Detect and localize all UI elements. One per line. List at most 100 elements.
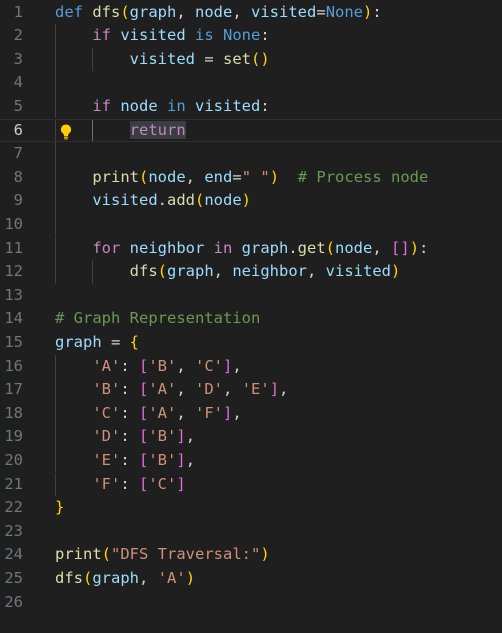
code-line[interactable]: 5 if node in visited: (0, 94, 502, 119)
code-line[interactable]: 9 visited.add(node) (0, 189, 502, 213)
code-token: 'F' (195, 403, 224, 422)
line-number: 11 (4, 238, 23, 257)
code-token: dfs (92, 2, 121, 21)
code-text: 'C': ['A', 'F'], (55, 402, 241, 426)
code-token: : (260, 26, 270, 45)
code-line[interactable]: 18 'C': ['A', 'F'], (0, 401, 502, 426)
code-token: , (176, 403, 196, 422)
code-token: ] (223, 356, 233, 375)
line-number: 13 (4, 285, 23, 304)
code-token: print (55, 545, 102, 564)
code-token: return (129, 120, 186, 139)
code-token: . (157, 191, 167, 210)
code-line[interactable]: 11 for neighbor in graph.get(node, []): (0, 236, 502, 261)
code-token: 'E' (241, 380, 270, 399)
code-text: if visited is None: (55, 24, 270, 48)
code-line[interactable]: 3 visited = set() (0, 47, 502, 72)
code-token: ( (157, 262, 167, 281)
code-token: visited (120, 26, 195, 45)
code-text: 'F': ['C'] (55, 473, 185, 497)
code-token: 'A' (148, 380, 177, 399)
code-line[interactable]: 16 'A': ['B', 'C'], (0, 354, 502, 379)
code-token: ] (269, 380, 280, 399)
code-token: graph (241, 238, 289, 257)
line-number: 22 (4, 498, 23, 517)
code-text: visited.add(node) (55, 189, 251, 213)
code-token: : (120, 403, 139, 422)
code-line[interactable]: 17 'B': ['A', 'D', 'E'], (0, 378, 502, 402)
code-token: def (55, 2, 93, 21)
code-token: , (223, 380, 242, 399)
line-number: 24 (4, 545, 23, 564)
code-token: , (213, 262, 233, 281)
code-token: graph (92, 568, 140, 587)
code-token: in (167, 96, 195, 115)
code-text: def dfs(graph, node, visited=None): (55, 1, 382, 25)
code-token: " " (241, 167, 270, 186)
code-token: 'B' (148, 356, 177, 375)
line-number: 25 (4, 568, 23, 587)
code-line[interactable]: 2 if visited is None: (0, 24, 502, 48)
code-line[interactable]: 14 # Graph Representation (0, 307, 502, 331)
code-token: visited (129, 49, 205, 68)
code-editor[interactable]: 1 def dfs(graph, node, visited=None): 2 if… (0, 0, 502, 633)
code-line[interactable]: 10 (0, 212, 502, 237)
code-token: dfs (55, 568, 83, 587)
code-line[interactable]: 24 print("DFS Traversal:") (0, 543, 502, 567)
code-line[interactable]: 6 return (0, 118, 502, 143)
code-token: : (120, 380, 139, 399)
code-text: 'A': ['B', 'C'], (55, 355, 242, 379)
code-token: . (288, 238, 298, 257)
code-line[interactable]: 7 (0, 142, 502, 166)
code-token: node (148, 167, 186, 186)
lightbulb-icon[interactable] (58, 123, 74, 140)
code-token: for (92, 238, 130, 257)
code-token: 'A' (92, 356, 121, 375)
code-text: print(node, end=" ") # Process node (55, 166, 428, 190)
line-number: 12 (4, 262, 23, 281)
code-line[interactable]: 23 (0, 520, 502, 544)
code-token: [ (139, 403, 149, 422)
code-line[interactable]: 21 'F': ['C'] (0, 472, 502, 497)
code-token: [ (139, 450, 149, 469)
code-line[interactable]: 12 dfs(graph, neighbor, visited) (0, 260, 502, 284)
code-token: print (92, 167, 139, 186)
code-token: , (185, 450, 196, 469)
code-line[interactable]: 20 'E': ['B'], (0, 448, 502, 473)
code-token: 'B' (148, 450, 177, 469)
code-line[interactable]: 22} (0, 496, 502, 520)
code-token: # Process node (297, 167, 429, 186)
code-token: None (325, 2, 364, 21)
code-token: graph (167, 262, 214, 281)
line-number: 21 (4, 474, 23, 493)
code-token: , (232, 356, 242, 375)
code-token: visited (251, 2, 317, 21)
code-line[interactable]: 19 'D': ['B'], (0, 425, 502, 449)
code-token: , (185, 167, 205, 186)
code-token: 'A' (157, 568, 186, 587)
code-token: end (204, 167, 233, 186)
code-line[interactable]: 8 print(node, end=" ") # Process node (0, 165, 502, 190)
code-line[interactable]: 4 (0, 71, 502, 95)
code-token: dfs (129, 262, 158, 281)
code-token: graph (129, 2, 177, 21)
code-token: 'A' (148, 403, 177, 422)
line-number: 8 (13, 167, 23, 186)
code-line[interactable]: 26 (0, 591, 502, 615)
indent-guide (55, 189, 56, 213)
code-line[interactable]: 15 graph = { (0, 331, 502, 355)
code-line[interactable]: 1 def dfs(graph, node, visited=None): (0, 1, 502, 25)
indent-guide (55, 236, 56, 261)
code-line[interactable]: 25 dfs(graph, 'A') (0, 567, 502, 591)
code-token: neighbor (129, 238, 214, 257)
code-token: ( (325, 238, 336, 257)
code-token: ) (363, 2, 373, 21)
code-line[interactable]: 13 (0, 284, 502, 308)
code-token: visited (195, 96, 261, 115)
code-token: , (176, 380, 196, 399)
code-token: if (92, 26, 121, 45)
